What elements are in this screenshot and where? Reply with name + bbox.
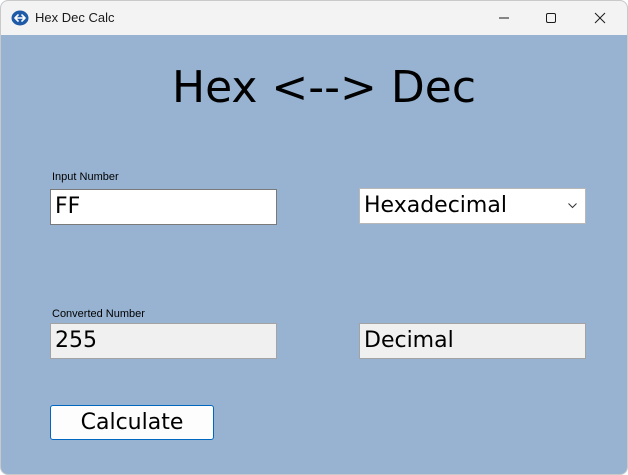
converted-number-label: Converted Number — [52, 308, 145, 320]
output-base-field[interactable]: Decimal — [359, 323, 586, 359]
page-title: Hex <--> Dec — [171, 62, 477, 113]
client-area: Hex <--> Dec Input Number FF Hexadecimal… — [1, 35, 627, 474]
close-icon — [594, 12, 606, 24]
converted-number-value: 255 — [55, 328, 97, 353]
input-number-value: FF — [55, 194, 81, 219]
converted-number-field[interactable]: 255 — [50, 323, 277, 359]
app-logo-icon — [11, 10, 29, 26]
input-number-field[interactable]: FF — [50, 189, 277, 225]
calculate-button[interactable]: Calculate — [50, 405, 214, 440]
app-window: Hex Dec Calc Hex <--> Dec Input Number F… — [0, 0, 628, 475]
input-base-dropdown[interactable]: Hexadecimal — [359, 188, 586, 224]
window-title: Hex Dec Calc — [35, 10, 115, 25]
minimize-button[interactable] — [481, 1, 527, 35]
minimize-icon — [499, 17, 509, 19]
input-number-label: Input Number — [52, 171, 119, 183]
maximize-icon — [546, 13, 556, 23]
chevron-down-icon — [568, 203, 577, 209]
maximize-button[interactable] — [528, 1, 574, 35]
title-bar[interactable]: Hex Dec Calc — [1, 1, 627, 35]
input-base-selected: Hexadecimal — [364, 193, 507, 218]
close-button[interactable] — [577, 1, 623, 35]
output-base-value: Decimal — [364, 328, 454, 353]
